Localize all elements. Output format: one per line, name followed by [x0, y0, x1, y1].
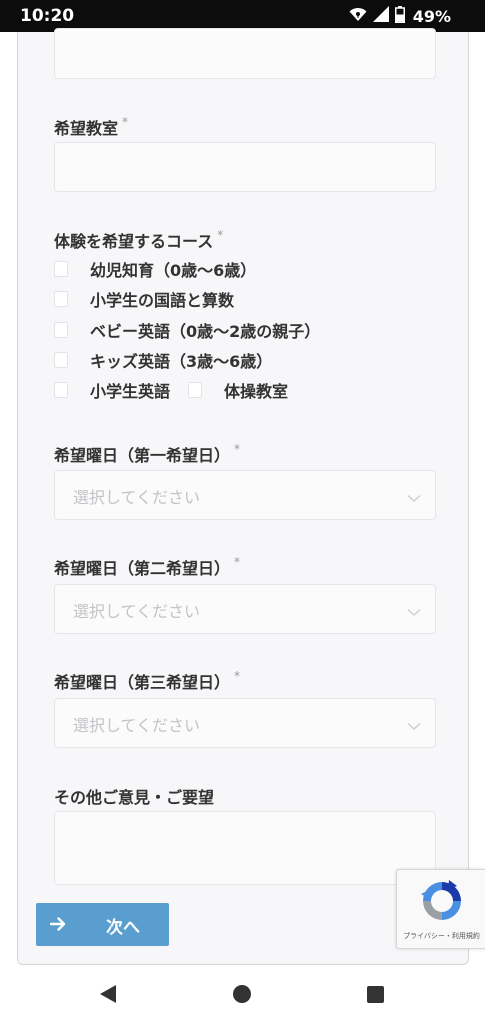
day-second-label-text: 希望曜日（第二希望日） [54, 559, 231, 578]
course-option-label: 幼児知育（0歳〜6歳） [90, 261, 257, 280]
select-placeholder: 選択してください [73, 716, 201, 735]
select-placeholder: 選択してください [73, 488, 201, 507]
wifi-icon [349, 7, 367, 26]
next-button-label: 次へ [106, 918, 140, 938]
previous-textarea[interactable] [54, 28, 436, 79]
day-first-label-text: 希望曜日（第一希望日） [54, 446, 231, 465]
chevron-down-icon [407, 716, 421, 735]
hope-classroom-label: 希望教室 * [54, 115, 128, 139]
checkbox[interactable] [54, 352, 68, 368]
battery-icon [394, 5, 405, 27]
trial-course-label: 体験を希望するコース * [54, 228, 223, 252]
status-time: 10:20 [20, 6, 75, 26]
course-option-0[interactable]: 幼児知育（0歳〜6歳） [54, 258, 256, 280]
other-comments-textarea[interactable] [54, 811, 436, 885]
home-icon[interactable] [233, 985, 251, 1003]
day-third-select[interactable]: 選択してください [54, 698, 436, 748]
trial-course-label-text: 体験を希望するコース [54, 232, 214, 251]
course-option-label: キッズ英語（3歳〜6歳） [90, 352, 273, 371]
recaptcha-icon [419, 878, 465, 928]
checkbox[interactable] [54, 261, 68, 277]
select-placeholder: 選択してください [73, 602, 201, 621]
day-second-label: 希望曜日（第二希望日） * [54, 555, 240, 579]
signal-icon [372, 6, 389, 26]
status-icons: 49% [349, 5, 451, 27]
other-comments-label: その他ご意見・ご要望 [54, 788, 215, 807]
chevron-down-icon [407, 488, 421, 507]
checkbox[interactable] [54, 322, 68, 338]
day-third-label: 希望曜日（第三希望日） * [54, 669, 240, 693]
back-icon[interactable] [99, 984, 117, 1008]
checkbox[interactable] [54, 291, 68, 307]
course-option-4[interactable]: 小学生英語 [54, 378, 170, 402]
recents-icon[interactable] [367, 986, 384, 1003]
required-mark: * [122, 115, 129, 129]
required-mark: * [217, 228, 224, 242]
checkbox[interactable] [188, 382, 203, 398]
day-first-select[interactable]: 選択してください [54, 470, 436, 520]
arrow-right-icon [49, 916, 66, 936]
course-option-3[interactable]: キッズ英語（3歳〜6歳） [54, 349, 272, 371]
course-option-label: 小学生の国語と算数 [90, 291, 235, 310]
required-mark: * [234, 442, 241, 456]
battery-percent: 49% [412, 6, 451, 26]
next-button[interactable]: 次へ [36, 903, 169, 946]
course-option-2[interactable]: ベビー英語（0歳〜2歳の親子） [54, 319, 320, 341]
course-option-1[interactable]: 小学生の国語と算数 [54, 288, 234, 310]
course-option-5[interactable]: 体操教室 [188, 378, 288, 402]
course-option-label: 体操教室 [224, 382, 289, 401]
recaptcha-badge[interactable]: プライバシー・利用規約 [396, 869, 485, 949]
course-option-row-4-5: 小学生英語 体操教室 [54, 379, 288, 401]
recaptcha-privacy-terms[interactable]: プライバシー・利用規約 [397, 931, 485, 941]
day-first-label: 希望曜日（第一希望日） * [54, 442, 240, 466]
hope-classroom-label-text: 希望教室 [54, 119, 119, 138]
course-option-label: 小学生英語 [90, 382, 171, 401]
checkbox[interactable] [54, 382, 68, 398]
day-second-select[interactable]: 選択してください [54, 584, 436, 634]
course-option-label: ベビー英語（0歳〜2歳の親子） [90, 322, 321, 341]
chevron-down-icon [407, 602, 421, 621]
required-mark: * [234, 669, 241, 683]
navigation-bar [0, 965, 485, 1024]
required-mark: * [234, 555, 241, 569]
form-card: 希望教室 * 体験を希望するコース * 幼児知育（0歳〜6歳） 小学生の国語と算数 … [17, 28, 469, 965]
hope-classroom-input[interactable] [54, 142, 436, 192]
day-third-label-text: 希望曜日（第三希望日） [54, 673, 231, 692]
